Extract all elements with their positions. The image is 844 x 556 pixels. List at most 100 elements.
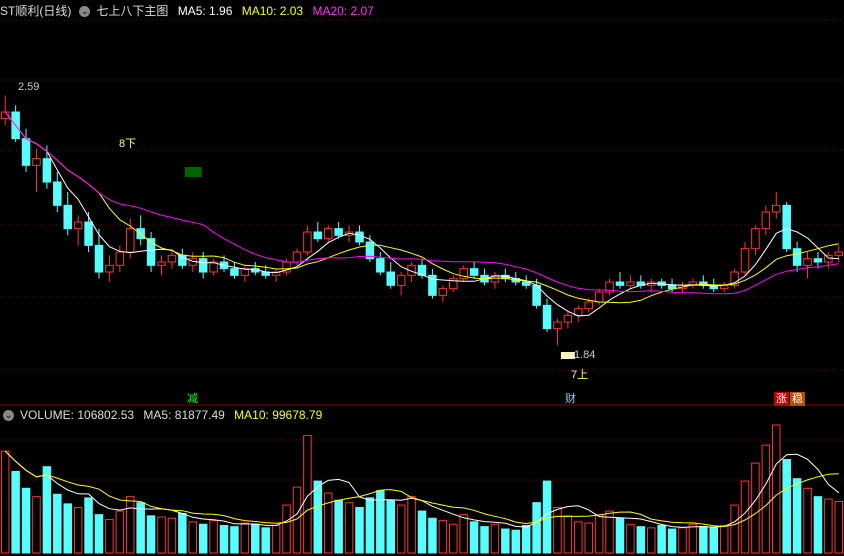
marker-cai: 财 [565,393,576,405]
ma5-label: MA5: 1.96 [177,4,233,18]
volume-ma5-label: MA5: 81877.49 [143,408,225,422]
candle-body [667,284,677,290]
volume-bar [772,424,781,554]
ma10-label: MA10: 2.03 [241,4,304,18]
candle-body [542,304,552,330]
volume-bar [219,524,229,554]
volume-bar [636,526,646,554]
volume-bar [407,496,416,554]
chevron-down-icon[interactable]: ⌄ [3,410,14,422]
volume-bar [553,506,562,554]
volume-bar [230,526,239,554]
volume-bar [73,506,83,554]
volume-bar [53,493,62,554]
price-header: ST顺利(日线) ⌄ 七上八下主图 MA5: 1.96 MA10: 2.03 MA2… [0,2,380,20]
volume-bar [761,444,771,554]
volume-bar [751,462,760,554]
volume-bar [115,510,125,554]
candle-body [553,321,562,330]
chevron-down-icon[interactable]: ⌄ [79,6,91,18]
candle-body [303,231,312,253]
volume-bar [584,522,593,554]
candle-body [105,264,114,273]
volume-header: ⌄ VOLUME: 106802.53 MA5: 81877.49 MA10: 9… [0,406,328,424]
marker-zhang: 涨 [774,392,789,406]
volume-bar [344,502,354,554]
candle-body [469,268,479,276]
volume-bar [480,526,489,554]
candle-body [323,228,333,240]
candle-body [803,258,812,266]
volume-bar [657,524,666,554]
candle-body [584,301,593,310]
volume-bar [594,514,604,554]
candle-body [42,158,52,183]
candle-body [292,251,302,263]
candle-body [115,251,125,266]
volume-bar [94,514,104,554]
volume-bar [188,521,198,554]
volume-bar [688,523,698,554]
indicator-title[interactable]: 七上八下主图 [96,4,168,18]
volume-bar [334,499,343,554]
volume-bar [146,515,156,554]
volume-bar [125,496,135,554]
candle-body [334,228,343,236]
volume-bar [157,516,166,554]
signal-up-label: 7上 [571,369,589,381]
candle-body [84,221,93,246]
volume-bar [542,480,552,554]
candle-body [438,288,448,296]
candle-body [761,211,771,230]
volume-bar [719,524,729,554]
volume-bar [178,512,187,554]
candle-body [94,244,104,273]
stock-name: ST顺利(日线) [0,4,72,18]
volume-bar [803,487,812,554]
volume-bar [678,527,687,554]
volume-bar [699,526,708,554]
candle-body [615,281,625,286]
volume-bar [667,528,677,554]
candle-body [813,258,823,263]
volume-bar [511,529,521,554]
candle-body [32,158,41,166]
volume-bar [563,515,573,554]
marker-jian: 减 [187,393,198,405]
volume-bar [615,517,625,554]
candle-body [198,258,208,273]
candle-body [563,314,573,323]
volume-bar [271,524,281,554]
candle-body [313,231,323,240]
volume-label: VOLUME: 106802.53 [20,408,135,422]
volume-bar [626,523,635,554]
volume-bar [11,471,20,554]
volume-bar [782,459,791,554]
volume-bar [521,524,531,554]
candle-body [626,281,635,286]
volume-bar [209,520,218,554]
candle-body [521,281,531,286]
volume-bar [167,517,177,554]
volume-bar [449,523,458,554]
ma20-label: MA20: 2.07 [312,4,374,18]
candle-body [53,181,62,206]
volume-bar [63,503,72,554]
kline-chart[interactable] [0,0,844,556]
marker-wen: 稳 [790,392,805,406]
candle-body [355,231,364,243]
volume-bar [501,528,510,554]
volume-bar [574,521,583,554]
volume-bar [834,500,844,554]
volume-bar [313,480,323,554]
volume-ma10-label: MA10: 99678.79 [234,408,323,422]
volume-bar [261,527,270,554]
candle-body [792,248,802,266]
signal-down-box [184,167,202,177]
volume-bar [251,523,260,554]
signal-down-label: 8下 [119,138,137,150]
volume-bar [532,502,541,554]
volume-bar [646,527,656,554]
volume-bar [792,478,802,554]
candle-body [740,248,750,273]
